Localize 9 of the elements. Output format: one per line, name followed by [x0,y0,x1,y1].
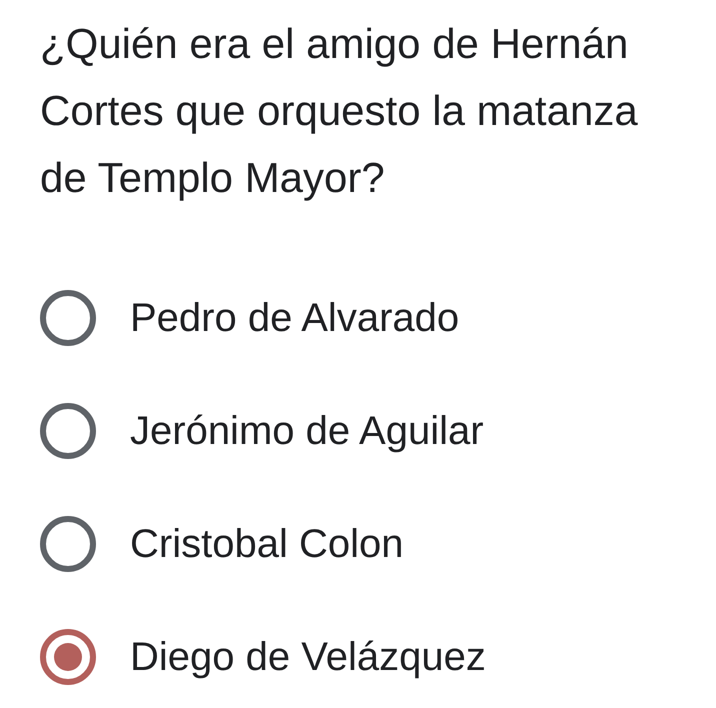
option-label[interactable]: Jerónimo de Aguilar [130,406,484,454]
radio-button[interactable] [40,628,96,684]
option-label[interactable]: Pedro de Alvarado [130,294,460,342]
radio-button[interactable] [40,402,96,458]
radio-button[interactable] [40,516,96,572]
radio-button[interactable] [40,290,96,346]
option-label[interactable]: Cristobal Colon [130,520,404,568]
question-text: ¿Quién era el amigo de Hernán Cortes que orquesto la matanza de Templo Mayor? [40,19,639,203]
option-label[interactable]: Diego de Velázquez [130,632,486,680]
